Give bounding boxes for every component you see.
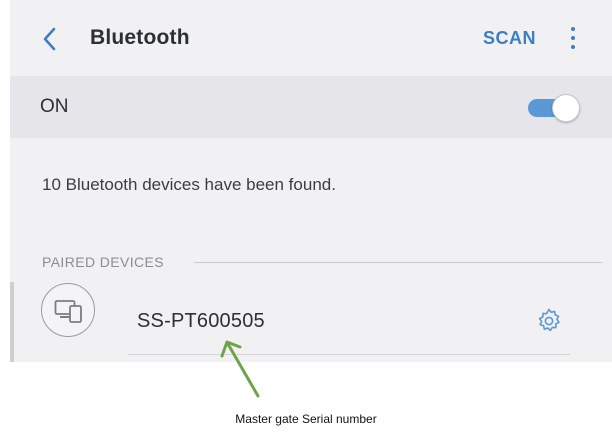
device-name: SS-PT600505 xyxy=(137,310,265,332)
more-vertical-icon xyxy=(571,36,575,40)
chevron-left-icon xyxy=(43,27,56,51)
app-bar: Bluetooth SCAN xyxy=(10,8,612,72)
row-divider xyxy=(128,354,570,355)
section-divider xyxy=(194,262,602,263)
section-label: PAIRED DEVICES xyxy=(42,254,165,270)
scan-button[interactable]: SCAN xyxy=(483,28,536,49)
gear-icon xyxy=(538,308,560,332)
more-vertical-icon xyxy=(571,27,575,31)
bluetooth-settings-screen: Bluetooth SCAN ON 10 Bluetooth devices h… xyxy=(10,0,612,362)
bluetooth-switch[interactable] xyxy=(526,94,580,122)
devices-found-message: 10 Bluetooth devices have been found. xyxy=(42,175,336,194)
toggle-state-label: ON xyxy=(40,96,69,117)
page-title: Bluetooth xyxy=(90,26,190,49)
annotation-arrow xyxy=(220,340,260,398)
devices-icon xyxy=(41,283,95,337)
paired-device-row[interactable]: SS-PT600505 xyxy=(10,278,612,362)
annotation-caption: Master gate Serial number xyxy=(235,412,377,426)
device-settings-button[interactable] xyxy=(534,306,564,336)
switch-knob xyxy=(552,94,580,122)
paired-devices-header: PAIRED DEVICES xyxy=(42,254,602,274)
more-vertical-icon xyxy=(571,45,575,49)
more-options-button[interactable] xyxy=(565,24,581,54)
back-button[interactable] xyxy=(38,24,62,54)
bluetooth-toggle-row[interactable]: ON xyxy=(10,76,612,138)
